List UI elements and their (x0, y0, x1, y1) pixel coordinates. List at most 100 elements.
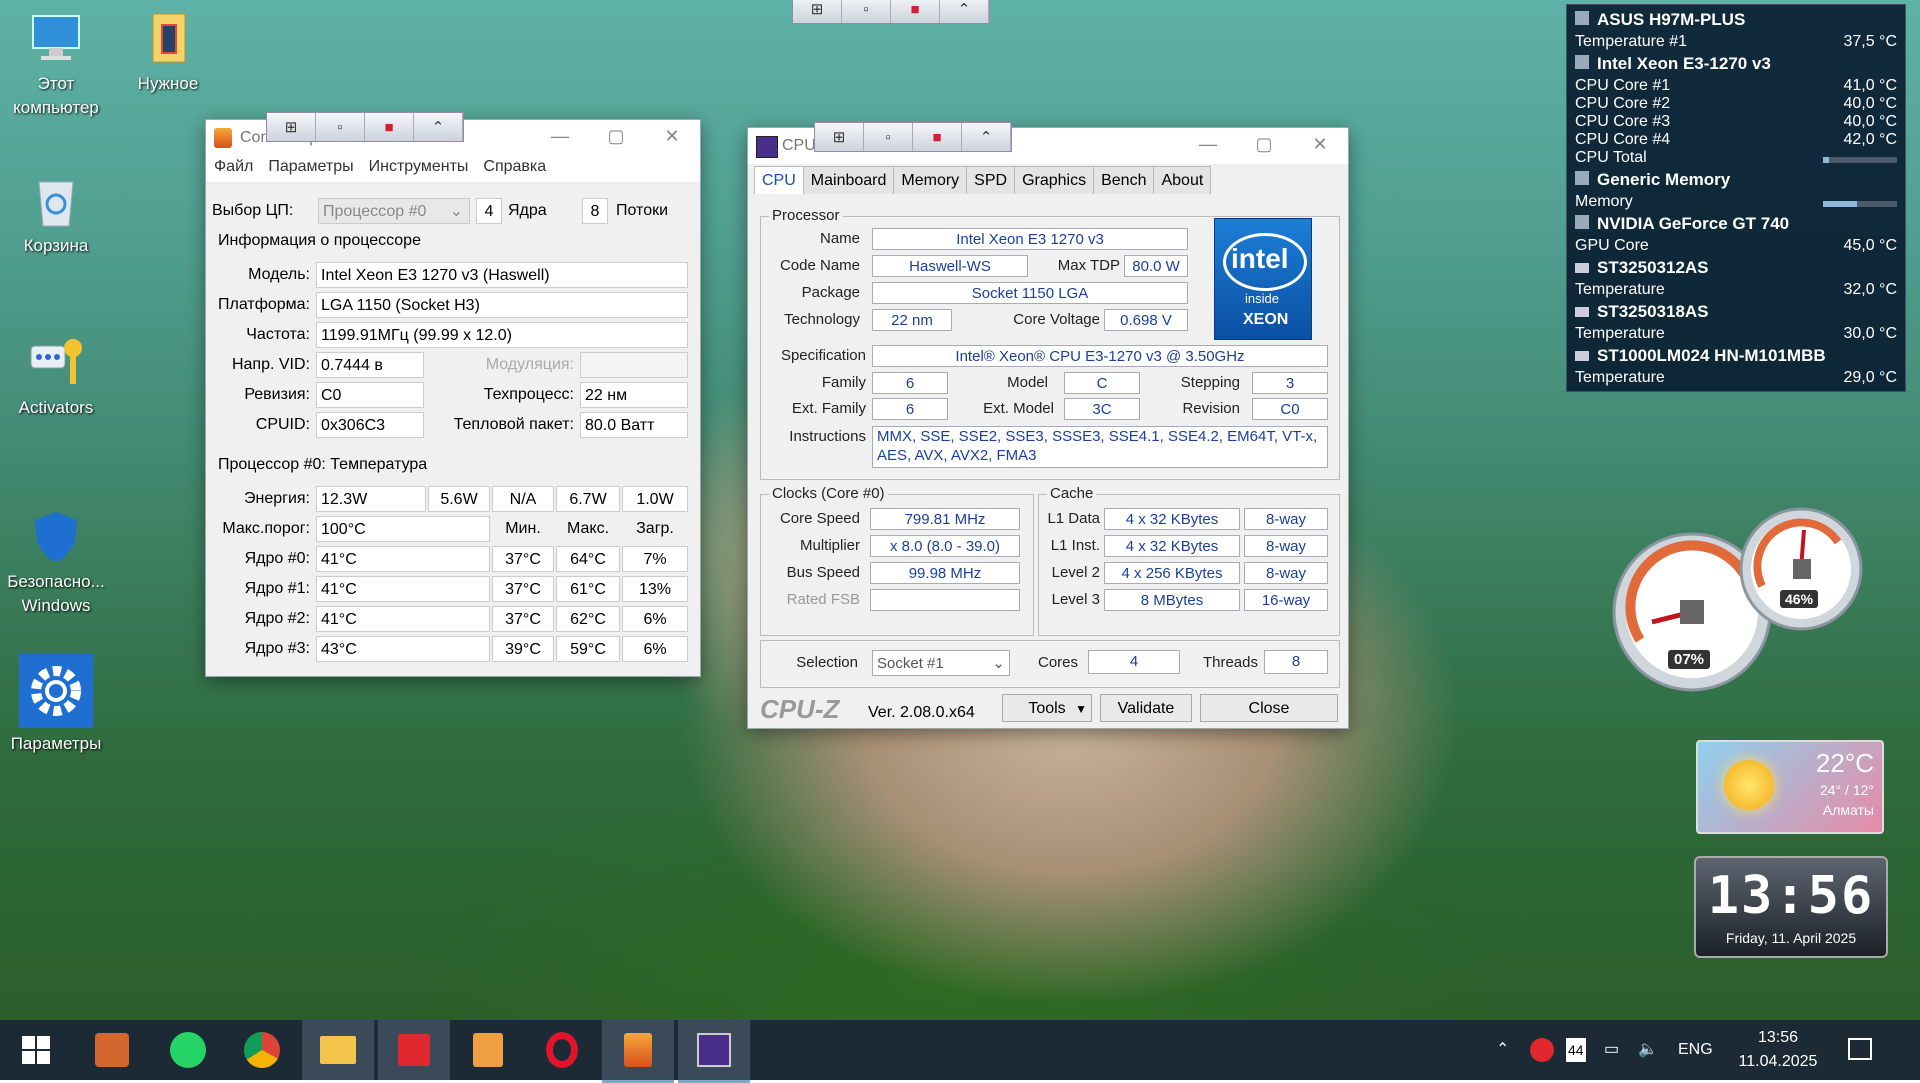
cpu-select[interactable]: Процессор #0 ⌄ (318, 198, 470, 224)
maximize-button[interactable]: ▢ (588, 120, 644, 156)
thermometer-icon (214, 128, 232, 148)
sun-icon (1724, 760, 1774, 810)
cpu-total-bar (1823, 157, 1897, 163)
corevoltage-value: 0.698 V (1104, 309, 1188, 331)
hw-disk-3-temp: Temperature 29,0 °C (1575, 369, 1897, 386)
instructions-label: Instructions (789, 428, 866, 445)
notification-center-icon[interactable] (1848, 1038, 1872, 1060)
extfamily-label: Ext. Family (791, 400, 866, 417)
tab-cpu[interactable]: CPU (754, 166, 804, 194)
taskbar-app-player[interactable] (452, 1020, 524, 1080)
taskbar-whatsapp[interactable] (152, 1020, 224, 1080)
color-icon[interactable]: ■ (365, 113, 414, 141)
minimize-button[interactable]: — (1180, 128, 1236, 164)
hw-mb-temp: Temperature #1 37,5 °C (1575, 33, 1897, 50)
taskbar-chrome[interactable] (226, 1020, 298, 1080)
tray-antivirus-icon[interactable] (1530, 1038, 1554, 1062)
gear-icon (19, 654, 93, 728)
taskbar-cpuz[interactable] (678, 1020, 750, 1083)
tray-network-icon[interactable]: ▭ (1604, 1020, 1619, 1080)
tray-language[interactable]: ENG (1678, 1020, 1713, 1080)
taskbar-opera[interactable] (526, 1020, 598, 1080)
hw-gpu-core: GPU Core 45,0 °C (1575, 237, 1897, 254)
tab-about[interactable]: About (1153, 166, 1212, 194)
maximize-button[interactable]: ▢ (1236, 128, 1292, 164)
close-button[interactable]: ✕ (1292, 128, 1348, 164)
core-label: Ядро #0: (244, 550, 310, 567)
corespeed-value: 799.81 MHz (870, 508, 1020, 530)
model-label: Model (1007, 374, 1048, 391)
minimize-icon[interactable]: ▫ (316, 113, 365, 141)
desktop-icon-folder[interactable]: Нужное (118, 10, 218, 96)
opera-icon (546, 1032, 578, 1068)
desktop-icon-settings[interactable]: Параметры (6, 654, 106, 756)
cache-size: 4 x 32 KBytes (1104, 508, 1240, 530)
hw-cpu-core-4: CPU Core #4 42,0 °C (1575, 131, 1897, 148)
tray-overflow-chevron-icon[interactable]: ⌃ (1496, 1020, 1509, 1080)
core-temp: 43°C (316, 636, 490, 662)
pin-icon[interactable]: ⊞ (793, 0, 842, 23)
desktop-icon-activators[interactable]: Activators (6, 334, 106, 420)
desktop-icon-recycle-bin[interactable]: Корзина (6, 172, 106, 258)
close-button[interactable]: Close (1200, 694, 1338, 722)
pin-icon[interactable]: ⊞ (815, 123, 864, 151)
core-load: 7% (622, 546, 688, 572)
selection-dropdown[interactable]: Socket #1 ⌄ (872, 650, 1010, 676)
taskbar-app-pdf[interactable] (378, 1020, 450, 1080)
minimize-icon[interactable]: ▫ (842, 0, 891, 23)
tray-temp-badge[interactable]: 44 (1566, 1038, 1586, 1062)
freq-label: Частота: (246, 326, 310, 343)
weather-temp: 22°C (1815, 748, 1874, 778)
menu-tools[interactable]: Инструменты (369, 156, 469, 182)
tab-mainboard[interactable]: Mainboard (802, 166, 895, 194)
desktop-icon-windows-security[interactable]: Безопасно... Windows (2, 508, 110, 618)
codename-value: Haswell-WS (872, 255, 1028, 277)
tab-graphics[interactable]: Graphics (1014, 166, 1095, 194)
validate-button[interactable]: Validate (1100, 694, 1192, 722)
core-min: 37°C (492, 546, 554, 572)
menu-file[interactable]: Файл (214, 156, 253, 182)
pin-icon[interactable]: ⊞ (267, 113, 316, 141)
color-icon[interactable]: ■ (891, 0, 940, 23)
tools-button[interactable]: Tools ▼ (1002, 694, 1092, 722)
spec-value: Intel® Xeon® CPU E3-1270 v3 @ 3.50GHz (872, 345, 1328, 367)
windows-icon (22, 1036, 50, 1064)
stepping-label: Stepping (1180, 374, 1240, 391)
cpu-select-label: Выбор ЦП: (212, 202, 294, 219)
taskbar-explorer[interactable] (302, 1020, 374, 1080)
tray-volume-icon[interactable]: 🔈 (1638, 1020, 1658, 1080)
core-max: 59°C (556, 636, 620, 662)
stepping-value: 3 (1252, 372, 1328, 394)
desktop-icon-this-pc[interactable]: Этот компьютер (6, 10, 106, 120)
tab-spd[interactable]: SPD (966, 166, 1016, 194)
intel-xeon-logo: intel inside XEON (1214, 218, 1312, 340)
chevron-up-icon[interactable]: ⌃ (962, 123, 1011, 151)
package-value: Socket 1150 LGA (872, 282, 1188, 304)
hw-disk-3-name: ST1000LM024 HN-M101MBB (1575, 347, 1897, 365)
start-button[interactable] (0, 1020, 72, 1080)
disk-icon (1575, 307, 1589, 317)
technology-label: Technology (784, 311, 860, 328)
tdp-label: Тепловой пакет: (453, 416, 574, 433)
minimize-button[interactable]: — (532, 120, 588, 156)
revision-value: C0 (1252, 398, 1328, 420)
close-button[interactable]: ✕ (644, 120, 700, 156)
vid-value: 0.7444 в (316, 352, 424, 378)
chevron-up-icon[interactable]: ⌃ (414, 113, 463, 141)
menu-help[interactable]: Справка (483, 156, 546, 182)
color-icon[interactable]: ■ (913, 123, 962, 151)
tray-clock[interactable]: 13:56 11.04.2025 (1730, 1026, 1826, 1074)
disk-icon (1575, 351, 1589, 361)
memory-meter-value: 46% (1780, 590, 1819, 608)
taskbar-app-1[interactable] (76, 1020, 148, 1080)
minimize-icon[interactable]: ▫ (864, 123, 913, 151)
busspeed-label: Bus Speed (786, 564, 860, 581)
menu-options[interactable]: Параметры (268, 156, 353, 182)
name-label: Name (819, 230, 860, 247)
taskbar-coretemp[interactable] (602, 1020, 674, 1083)
coretemp-window: Core Temp 1.18.1 — ▢ ✕ ⊞ ▫ ■ ⌃ Файл Пара… (206, 112, 700, 676)
tab-bench[interactable]: Bench (1093, 166, 1155, 194)
chevron-up-icon[interactable]: ⌃ (940, 0, 989, 23)
revision-label: Ревизия: (244, 386, 310, 403)
tab-memory[interactable]: Memory (893, 166, 968, 194)
